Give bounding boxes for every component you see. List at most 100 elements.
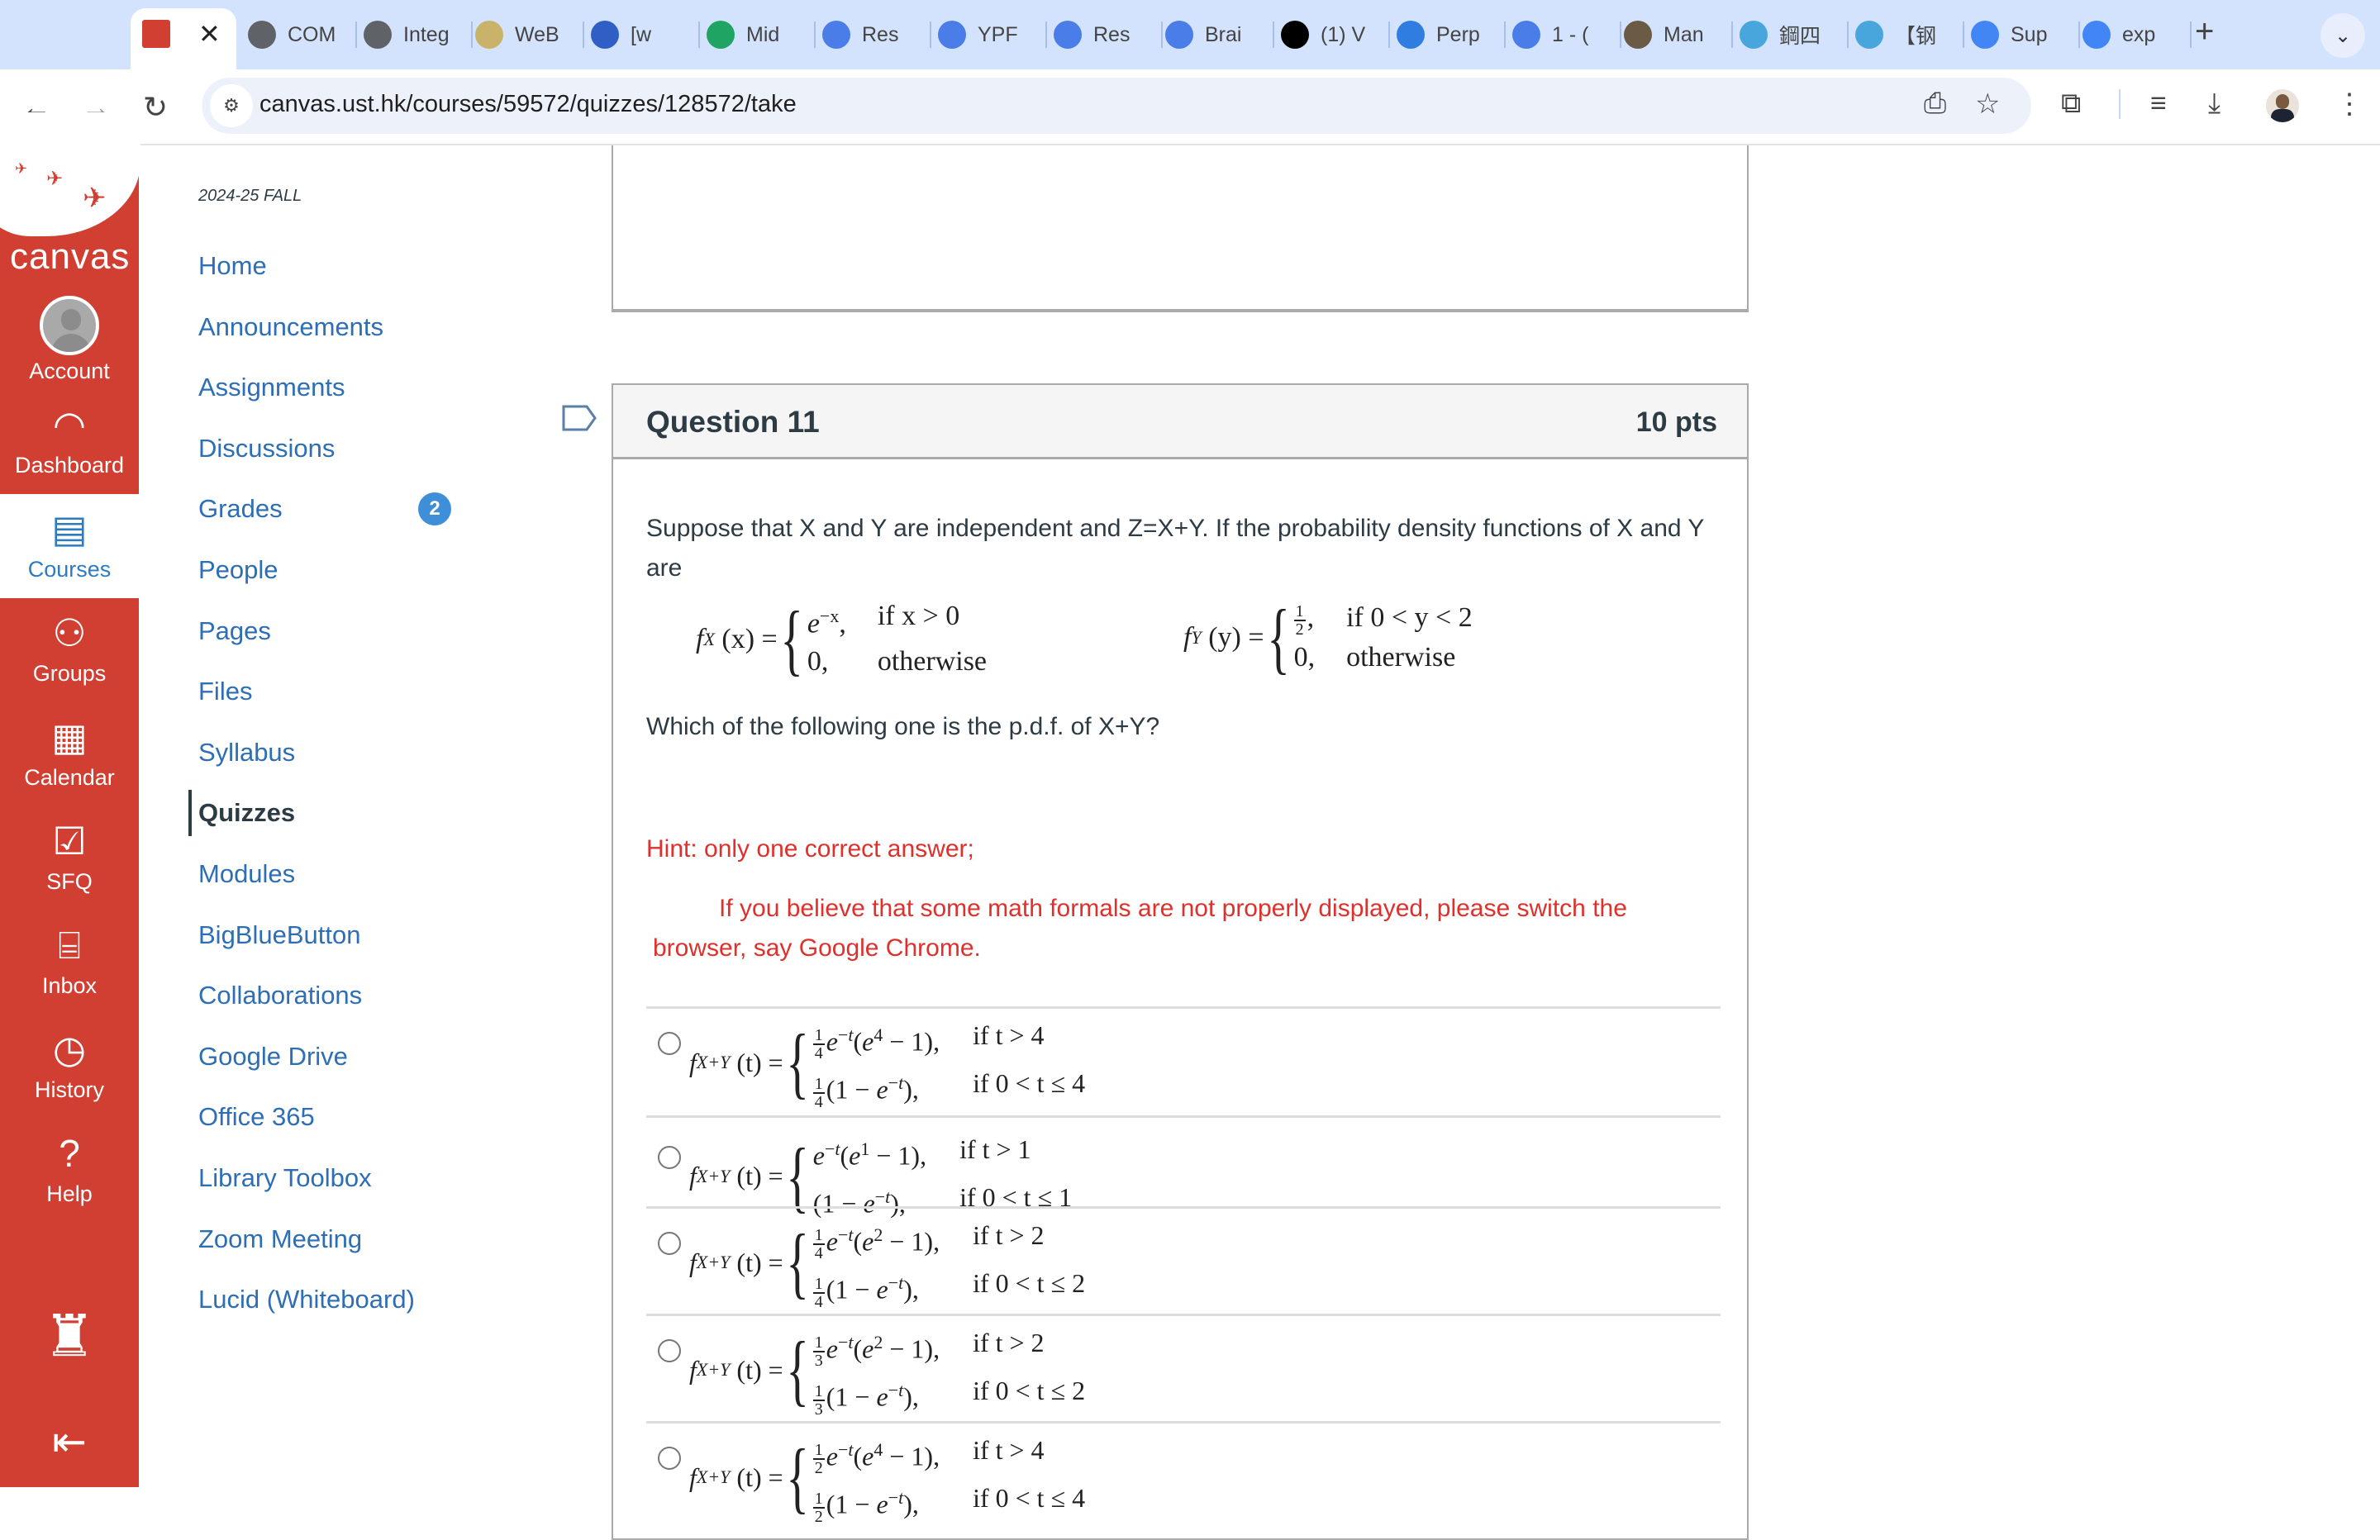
reload-icon[interactable]: ↻	[136, 88, 175, 127]
browser-tab-strip: ✕ COM Integ WeB [w Mid Res YPF Res Brai (1) V Perp…	[0, 0, 2380, 69]
global-nav-help[interactable]: ? Help	[0, 1119, 139, 1223]
more-menu-kebab-icon[interactable]: ⋮	[2335, 88, 2363, 121]
url-text[interactable]: canvas.ust.hk/courses/59572/quizzes/1285…	[259, 91, 797, 118]
browser-tab[interactable]: 【钢	[1855, 15, 1964, 55]
media-queue-icon[interactable]: ≡	[2150, 88, 2167, 120]
course-nav-files[interactable]: Files	[188, 668, 252, 715]
answer-radio[interactable]	[658, 1146, 681, 1169]
browser-tab[interactable]: Mid	[707, 15, 816, 55]
course-nav-modules[interactable]: Modules	[188, 851, 295, 897]
course-nav-grades[interactable]: Grades	[188, 486, 283, 532]
course-nav-label: Zoom Meeting	[198, 1224, 363, 1253]
bookmark-star-icon[interactable]: ☆	[1975, 88, 2000, 121]
site-settings-icon[interactable]: ⚙	[210, 84, 253, 127]
course-nav-people[interactable]: People	[188, 547, 278, 593]
browser-tab[interactable]: 1 - (	[1512, 15, 1621, 55]
global-nav-dashboard[interactable]: ◠ Dashboard	[0, 390, 139, 494]
global-nav-groups[interactable]: ⚇ Groups	[0, 598, 139, 702]
browser-tab[interactable]: exp	[2082, 15, 2192, 55]
bilibili-icon	[1740, 21, 1768, 49]
browser-tab[interactable]: [w	[591, 15, 700, 55]
tab-label: [w	[631, 22, 651, 46]
course-nav-assignments[interactable]: Assignments	[188, 364, 345, 411]
tab-label: Brai	[1205, 22, 1242, 46]
black-logo-icon	[1281, 21, 1309, 49]
collapse-nav-icon[interactable]: ⇤	[0, 1418, 139, 1466]
flag-question-icon[interactable]	[562, 405, 597, 431]
tab-label: Integ	[403, 22, 450, 46]
canvas-logo[interactable]: ✈ ✈ ✈ canvas	[0, 112, 140, 286]
answer-option[interactable]: f X+Y (t) = { 1 3 e−t(e2 − 1), if t > 2 1 3(…	[646, 1314, 1721, 1421]
course-nav-home[interactable]: Home	[188, 243, 267, 289]
course-nav-google-drive[interactable]: Google Drive	[188, 1034, 348, 1080]
hkust-logo-icon[interactable]: ♜	[0, 1302, 139, 1370]
courses-book-icon: ▤	[51, 507, 88, 550]
tab-label: Sup	[2011, 22, 2048, 46]
download-icon[interactable]: ⤓	[2208, 88, 2221, 120]
browser-tab[interactable]: 鋼四	[1740, 15, 1849, 55]
install-app-icon[interactable]: ⎙	[1924, 88, 1946, 120]
browser-tab[interactable]: YPF	[938, 15, 1047, 55]
tab-label: Res	[862, 22, 899, 46]
browser-tab[interactable]: Integ	[364, 15, 473, 55]
browser-toolbar: ← → ↻ ⚙ canvas.ust.hk/courses/59572/quiz…	[0, 69, 2380, 145]
course-nav-label: Grades	[198, 494, 283, 524]
calendar-icon: ▦	[51, 715, 88, 758]
browser-tab[interactable]: COM	[248, 15, 357, 55]
profile-avatar[interactable]	[2266, 89, 2299, 122]
global-nav-courses[interactable]: ▤ Courses	[0, 494, 139, 598]
answer-radio[interactable]	[658, 1339, 681, 1362]
course-nav-pages[interactable]: Pages	[188, 608, 271, 654]
global-nav-history[interactable]: ◷ History	[0, 1015, 139, 1119]
course-nav-zoom-meeting[interactable]: Zoom Meeting	[188, 1216, 362, 1262]
course-nav-syllabus[interactable]: Syllabus	[188, 730, 295, 776]
extensions-puzzle-icon[interactable]: ⧉	[2061, 88, 2081, 120]
course-nav-bigbluebutton[interactable]: BigBlueButton	[188, 912, 360, 958]
answer-radio[interactable]	[658, 1032, 681, 1055]
global-nav-label: Courses	[27, 557, 112, 582]
browser-tab[interactable]: WeB	[475, 15, 584, 55]
course-nav-collaborations[interactable]: Collaborations	[188, 972, 362, 1019]
course-nav-lucid-whiteboard[interactable]: Lucid (Whiteboard)	[188, 1276, 415, 1323]
question-points: 10 pts	[1635, 406, 1717, 438]
browser-tab[interactable]: Sup	[1971, 15, 2080, 55]
answer-option[interactable]: f X+Y (t) = { 1 2 e−t(e4 − 1), if t > 4 1 2(…	[646, 1421, 1721, 1528]
answer-radio[interactable]	[658, 1447, 681, 1470]
tab-label: Res	[1093, 22, 1130, 46]
tab-label: COM	[288, 22, 336, 46]
global-nav-calendar[interactable]: ▦ Calendar	[0, 702, 139, 806]
course-nav-label: Lucid (Whiteboard)	[198, 1285, 415, 1314]
course-nav-office-365[interactable]: Office 365	[188, 1094, 315, 1140]
global-nav-label: Groups	[32, 661, 107, 686]
course-nav-library-toolbox[interactable]: Library Toolbox	[188, 1155, 372, 1201]
browser-tab[interactable]: Brai	[1165, 15, 1274, 55]
tab-label: Man	[1664, 22, 1704, 46]
course-nav-announcements[interactable]: Announcements	[188, 304, 383, 350]
global-nav-sfq[interactable]: ☑ SFQ	[0, 806, 139, 910]
tab-separator	[1963, 21, 1964, 48]
address-bar[interactable]: ⚙ canvas.ust.hk/courses/59572/quizzes/12…	[202, 78, 2031, 134]
course-nav-label: Library Toolbox	[198, 1163, 372, 1192]
browser-tab[interactable]: (1) V	[1281, 15, 1390, 55]
browser-tab[interactable]: Res	[822, 15, 931, 55]
course-nav-discussions[interactable]: Discussions	[188, 425, 335, 472]
global-nav-account[interactable]: Account	[0, 286, 139, 390]
answer-radio[interactable]	[658, 1232, 681, 1255]
browser-tab[interactable]: Res	[1054, 15, 1163, 55]
inbox-icon: ⌸	[58, 924, 81, 967]
browser-tab[interactable]: Man	[1624, 15, 1733, 55]
answer-option[interactable]: f X+Y (t) = { 1 4 e−t(e2 − 1), if t > 2 1 4(…	[646, 1206, 1721, 1314]
answer-option[interactable]: f X+Y (t) = { 1 4 e−t(e4 − 1), if t > 4 1 4(…	[646, 1006, 1721, 1114]
tab-search-chevron-down-icon[interactable]: ⌄	[2320, 13, 2365, 58]
close-tab-icon[interactable]: ✕	[198, 18, 221, 50]
spiderweb-icon	[475, 21, 503, 49]
tab-label: WeB	[515, 22, 559, 46]
global-nav-inbox[interactable]: ⌸ Inbox	[0, 910, 139, 1015]
course-nav-quizzes[interactable]: Quizzes	[188, 790, 295, 837]
browser-tab[interactable]: Perp	[1397, 15, 1506, 55]
course-nav-label: Google Drive	[198, 1041, 348, 1071]
answer-option[interactable]: f X+Y (t) = { e−t(e1 − 1), if t > 1 (1 − …	[646, 1115, 1721, 1218]
new-tab-button[interactable]: +	[2195, 13, 2214, 50]
toolbar-divider	[2119, 89, 2121, 119]
tab-active-canvas[interactable]: ✕	[131, 8, 236, 69]
